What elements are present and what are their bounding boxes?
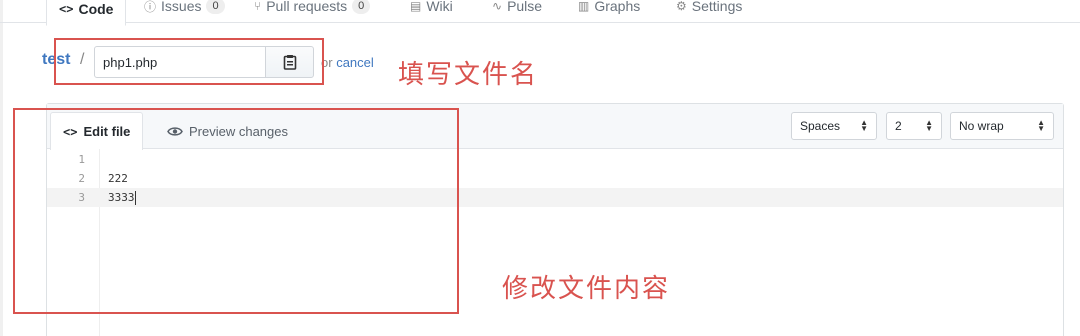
tab-pulse[interactable]: ∿ Pulse: [492, 0, 542, 22]
tab-edit-file[interactable]: <> Edit file: [50, 112, 144, 150]
line-number: 2: [78, 172, 85, 185]
text-cursor: [134, 191, 136, 205]
gear-icon: ⚙: [676, 0, 687, 13]
tab-wiki-label: Wiki: [426, 0, 453, 14]
breadcrumb-repo-link[interactable]: test: [42, 51, 70, 69]
pull-request-icon: ⑂: [254, 0, 262, 13]
tab-pull-requests[interactable]: ⑂ Pull requests 0: [254, 0, 371, 22]
tab-settings[interactable]: ⚙ Settings: [676, 0, 742, 22]
select-arrows-icon: ▲ ▼: [1037, 118, 1045, 133]
filename-input[interactable]: [94, 46, 266, 78]
line-number: 1: [78, 153, 85, 166]
code-icon: <>: [63, 124, 78, 139]
code-line[interactable]: 1: [47, 150, 1063, 169]
select-arrows-icon: ▲ ▼: [925, 118, 933, 133]
line-code: 3333: [108, 191, 135, 204]
indent-size-select[interactable]: 2 ▲ ▼: [886, 112, 942, 140]
wrap-mode-select[interactable]: No wrap ▲ ▼: [950, 112, 1054, 140]
line-number: 3: [78, 191, 85, 204]
clipboard-icon: [283, 55, 296, 70]
tab-pulse-label: Pulse: [507, 0, 543, 14]
file-edit-page: <> Code ⓘ Issues 0 ⑂ Pull requests 0 ▤ W…: [0, 0, 1080, 336]
editor-header: <> Edit file Preview changes Spaces ▲ ▼ 2…: [47, 104, 1063, 150]
pulse-icon: ∿: [492, 0, 503, 13]
cancel-link[interactable]: cancel: [336, 55, 374, 70]
issues-count-badge: 0: [206, 0, 225, 14]
graph-icon: ▥: [578, 0, 590, 13]
issue-icon: ⓘ: [144, 0, 157, 14]
eye-icon: [167, 126, 183, 136]
pull-requests-count-badge: 0: [352, 0, 371, 14]
breadcrumb-separator: /: [80, 51, 85, 68]
indent-mode-value: Spaces: [800, 119, 841, 133]
content-annotation-label: 修改文件内容: [502, 274, 671, 304]
book-icon: ▤: [410, 0, 422, 13]
filename-annotation-label: 填写文件名: [398, 60, 539, 90]
or-text: or: [321, 55, 333, 70]
line-code: 222: [108, 172, 128, 185]
code-icon: <>: [59, 1, 74, 16]
tab-issues-label: Issues: [161, 0, 202, 14]
indent-size-value: 2: [895, 119, 902, 133]
code-line-current[interactable]: 3 3333: [47, 188, 1063, 207]
cancel-text: or cancel: [321, 55, 374, 70]
tab-settings-label: Settings: [691, 0, 743, 14]
tab-code-label: Code: [78, 0, 114, 17]
indent-mode-select[interactable]: Spaces ▲ ▼: [791, 112, 877, 140]
tab-preview-changes[interactable]: Preview changes: [155, 112, 300, 150]
tab-issues[interactable]: ⓘ Issues 0: [144, 0, 225, 22]
tab-preview-changes-label: Preview changes: [189, 123, 288, 139]
left-edge: [0, 0, 3, 336]
copy-path-button[interactable]: [265, 46, 314, 78]
select-arrows-icon: ▲ ▼: [860, 118, 868, 133]
tab-wiki[interactable]: ▤ Wiki: [410, 0, 453, 22]
tab-pull-requests-label: Pull requests: [266, 0, 348, 14]
wrap-mode-value: No wrap: [959, 119, 1004, 133]
code-line[interactable]: 2 222: [47, 169, 1063, 188]
tab-edit-file-label: Edit file: [83, 124, 131, 139]
repo-nav: <> Code ⓘ Issues 0 ⑂ Pull requests 0 ▤ W…: [0, 0, 1080, 26]
tab-graphs-label: Graphs: [594, 0, 641, 14]
tab-graphs[interactable]: ▥ Graphs: [578, 0, 640, 22]
tab-code[interactable]: <> Code: [46, 0, 127, 26]
line-code-wrapper: 3333: [108, 188, 136, 207]
